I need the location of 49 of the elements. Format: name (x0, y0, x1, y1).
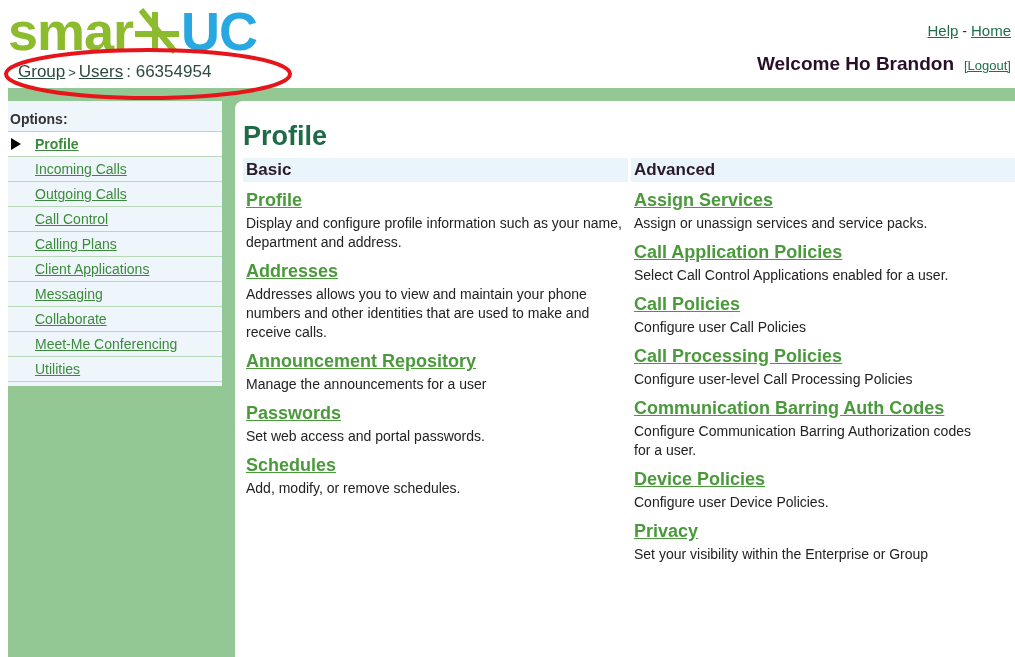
option-description: Set your visibility within the Enterprise or Group (634, 545, 930, 564)
option-link[interactable]: Privacy (634, 521, 699, 542)
option-description: Manage the announcements for a user (246, 375, 488, 394)
option-description: Addresses allows you to view and maintain your phone numbers and other identities that are used to make and receive calls. (246, 285, 591, 342)
logo-text: UC (181, 4, 258, 58)
header-link[interactable]: Help (927, 22, 959, 39)
option-description: Display and configure profile information such as your name, department and address. (246, 214, 623, 252)
section-heading: Basic (243, 158, 628, 182)
option-link[interactable]: Call Processing Policies (634, 346, 843, 367)
welcome-text: Welcome Ho Brandon (756, 53, 954, 75)
option-link[interactable]: Schedules (246, 455, 337, 476)
sidebar-link[interactable]: Messaging (35, 286, 103, 302)
link-separator: - (962, 23, 967, 39)
sidebar-link[interactable]: Call Control (35, 211, 109, 227)
sidebar-link[interactable]: Outgoing Calls (35, 186, 127, 202)
header-link[interactable]: Home (971, 22, 1011, 39)
sidebar-link[interactable]: Profile (35, 136, 79, 152)
option-description: Configure Communication Barring Authorization codes for a user. (634, 422, 972, 460)
option-description: Configure user Call Policies (634, 318, 807, 337)
option-link[interactable]: Device Policies (634, 469, 766, 490)
sidebar-link[interactable]: Incoming Calls (35, 161, 127, 177)
sidebar-link[interactable]: Collaborate (35, 311, 107, 327)
logo-text: smar (8, 4, 134, 58)
sidebar-link[interactable]: Calling Plans (35, 236, 117, 252)
sidebar-link[interactable]: Meet-Me Conferencing (35, 336, 178, 352)
option-link[interactable]: Profile (246, 190, 302, 211)
option-link[interactable]: Call Application Policies (634, 242, 843, 263)
page-title: Profile (243, 121, 329, 152)
option-description: Assign or unassign services and service packs. (634, 214, 929, 233)
option-link[interactable]: Addresses (246, 261, 339, 282)
sidebar-link[interactable]: Utilities (35, 361, 81, 377)
option-description: Configure user-level Call Processing Policies (634, 370, 914, 389)
breadcrumb-link[interactable]: Group (18, 62, 66, 82)
option-description: Add, modify, or remove schedules. (246, 479, 462, 498)
sidebar-link[interactable]: Client Applications (35, 261, 150, 277)
logout-link[interactable]: [Logout] (964, 58, 1011, 73)
section-heading: Advanced (631, 158, 1015, 182)
breadcrumb-link[interactable]: Users (78, 62, 124, 82)
option-link[interactable]: Passwords (246, 403, 342, 424)
option-link[interactable]: Call Policies (634, 294, 741, 315)
option-description: Select Call Control Applications enabled for a user. (634, 266, 950, 285)
option-link[interactable]: Announcement Repository (246, 351, 477, 372)
breadcrumb-separator: > (68, 65, 76, 80)
user-number: : 66354954 (126, 62, 212, 82)
pointer-icon (11, 138, 21, 150)
option-description: Set web access and portal passwords. (246, 427, 486, 446)
option-description: Configure user Device Policies. (634, 493, 830, 512)
option-link[interactable]: Assign Services (634, 190, 774, 211)
option-link[interactable]: Communication Barring Auth Codes (634, 398, 945, 419)
